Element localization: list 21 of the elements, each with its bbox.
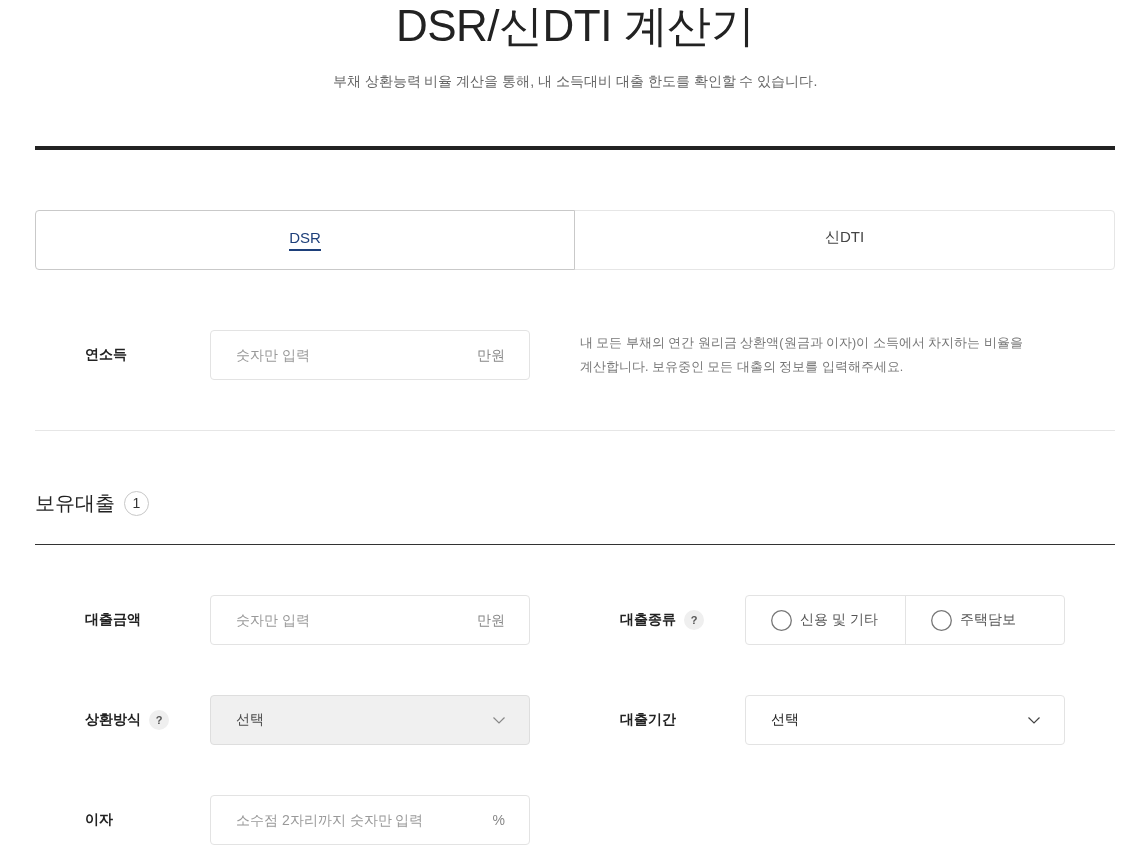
select-field[interactable]: 선택 [745,695,1065,745]
field-label: 대출기간 [620,711,676,729]
field-label: 상환방식 [85,711,141,729]
field-label: 연소득 [85,346,127,364]
field-label: 대출금액 [85,611,141,629]
help-button[interactable]: ? [684,610,704,630]
chevron-down-icon [1028,716,1040,724]
radio-option[interactable]: 주택담보 [904,596,1064,644]
unit-label: 만원 [477,346,505,364]
field-description: 내 모든 부채의 연간 원리금 상환액(원금과 이자)이 소득에서 차지하는 비율을 계산합니다. 보유중인 모든 대출의 정보를 입력해주세요. [580,335,1024,376]
unit-label: % [492,811,505,829]
page-title: DSR/신DTI 계산기 [394,0,756,52]
calculator-tab[interactable]: 신DTI [574,210,1115,270]
calculator-tab[interactable]: DSR [35,210,575,270]
field-label: 이자 [85,811,113,829]
unit-label: 만원 [477,611,505,629]
chevron-down-icon [493,716,505,724]
page-subtitle: 부채 상환능력 비율 계산을 통해, 내 소득대비 대출 한도를 확인할 수 있습니다. [331,72,819,91]
field-label: 대출종류 [620,611,676,629]
radio-option[interactable]: 신용 및 기타 [746,596,905,644]
section-title: 보유대출 [35,491,115,516]
